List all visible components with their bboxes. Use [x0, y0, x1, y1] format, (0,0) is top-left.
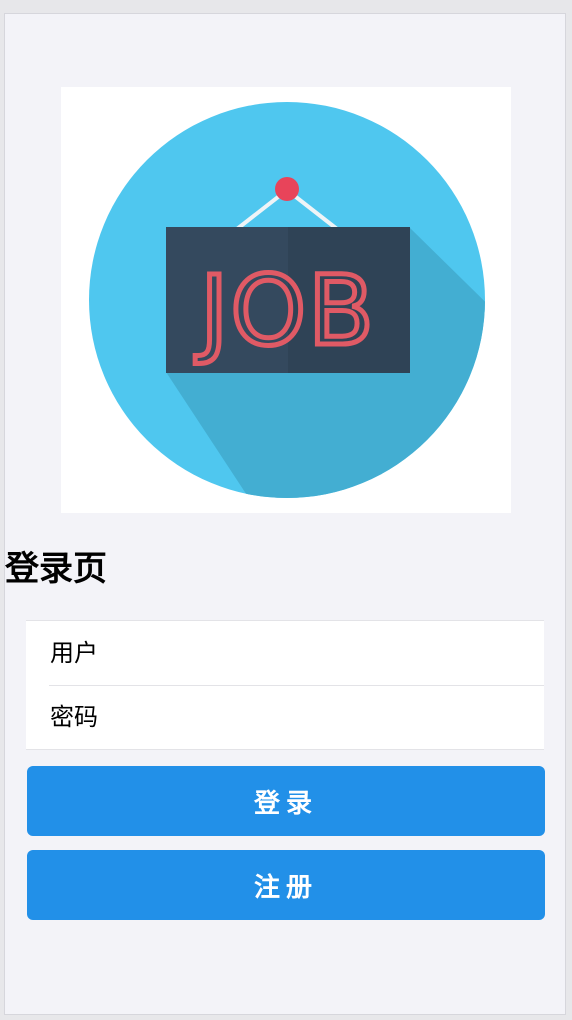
logo-text: JOB — [195, 255, 376, 367]
job-sign-icon: JOB — [89, 102, 485, 498]
password-row — [26, 685, 544, 749]
login-form — [26, 620, 544, 750]
register-button[interactable]: 注册 — [27, 850, 545, 920]
username-row — [26, 621, 544, 685]
login-button[interactable]: 登录 — [27, 766, 545, 836]
job-logo: JOB — [61, 87, 511, 513]
page-title: 登录页 — [5, 549, 107, 589]
password-input[interactable] — [50, 703, 544, 731]
app-frame: JOB 登录页 登录 注册 — [4, 13, 566, 1015]
hanger-pin — [275, 177, 299, 201]
username-input[interactable] — [50, 639, 544, 667]
